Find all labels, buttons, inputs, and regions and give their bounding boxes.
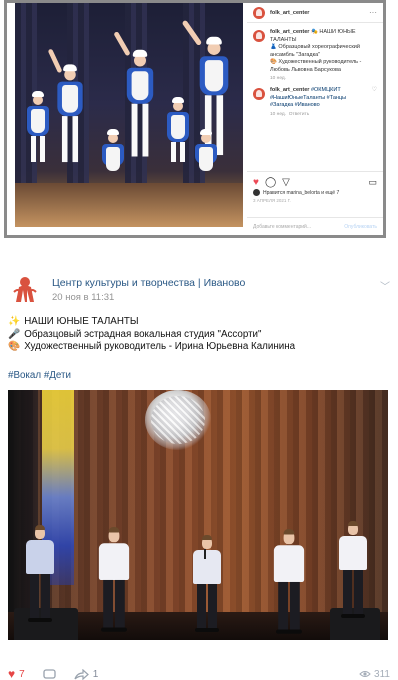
instagram-post-photo[interactable] xyxy=(15,3,243,227)
comment-icon[interactable]: ◯ xyxy=(265,177,276,188)
comment-button[interactable] xyxy=(43,668,56,680)
comment-meta: 10 нед. Ответить xyxy=(247,110,383,117)
heart-filled-icon: ♥ xyxy=(8,667,16,680)
instagram-post-sidebar: folk_art_center ··· folk_art_center 🎭 НА… xyxy=(247,3,383,235)
post-director: Художественный руководитель - Ирина Юрье… xyxy=(24,341,296,353)
instagram-post-header: folk_art_center ··· xyxy=(247,3,383,23)
caption-ensemble: Образцовый хореографический ансамбль "За… xyxy=(270,44,360,58)
publish-button[interactable]: Опубликовать xyxy=(344,224,377,230)
folk-center-avatar[interactable] xyxy=(253,88,265,100)
dancer-figure xyxy=(165,97,191,162)
singer-figure xyxy=(273,529,305,634)
liked-by-row[interactable]: Нравится marina_belorta и ещё 7 xyxy=(253,189,377,196)
like-button[interactable]: ♥ 7 xyxy=(8,667,25,680)
dancer-figure xyxy=(193,129,219,171)
bookmark-icon[interactable]: ▭ xyxy=(368,177,377,188)
views-counter: 311 xyxy=(359,669,390,680)
folk-center-avatar[interactable] xyxy=(253,30,265,42)
vk-post-text: ✨ НАШИ ЮНЫЕ ТАЛАНТЫ 🎤 Образцовый эстрадная… xyxy=(8,316,390,354)
reply-link[interactable]: Ответить xyxy=(289,112,310,117)
caption-director: Художественный руководитель - Любовь Льв… xyxy=(270,59,362,73)
more-options-icon[interactable]: ··· xyxy=(369,8,377,17)
likes-count: 7 xyxy=(19,668,25,680)
comment-username[interactable]: folk_art_center xyxy=(270,87,309,93)
comment-icon xyxy=(43,668,56,679)
microphone-icon: 🎤 xyxy=(8,328,21,340)
comment-username[interactable]: folk_art_center xyxy=(270,29,309,35)
disco-ball-decoration xyxy=(145,390,211,450)
vk-post-header: Центр культуры и творчества | Иваново 20… xyxy=(8,272,390,308)
liked-by-text[interactable]: Нравится marina_belorta и ещё 7 xyxy=(263,190,339,196)
dancer-figure xyxy=(113,31,155,157)
singer-figure xyxy=(338,521,368,618)
group-logo-avatar[interactable] xyxy=(8,272,42,306)
caption-time: 10 нед. xyxy=(270,76,287,81)
add-comment-input[interactable]: Добавьте комментарий... xyxy=(253,224,311,230)
ensemble-icon: 👗 xyxy=(270,44,277,50)
share-button[interactable]: 1 xyxy=(74,668,99,680)
shares-count: 1 xyxy=(92,668,99,680)
comment-time: 10 нед. xyxy=(270,111,287,117)
instagram-caption: folk_art_center 🎭 НАШИ ЮНЫЕ ТАЛАНТЫ 👗 Об… xyxy=(247,23,383,74)
heart-outline-icon[interactable]: ♡ xyxy=(372,87,377,110)
post-title: НАШИ ЮНЫЕ ТАЛАНТЫ xyxy=(24,316,139,327)
instagram-action-bar: ♥ ◯ ▽ ▭ xyxy=(247,171,383,188)
chevron-down-icon[interactable]: ﹀ xyxy=(380,272,390,308)
singer-figure xyxy=(25,525,55,622)
dancer-figure xyxy=(25,91,51,162)
views-count: 311 xyxy=(374,668,390,680)
liker-avatar xyxy=(253,189,260,196)
eye-icon xyxy=(359,671,371,677)
instagram-post-card: folk_art_center ··· folk_art_center 🎭 НА… xyxy=(4,0,386,238)
share-icon[interactable]: ▽ xyxy=(282,177,290,188)
post-timestamp[interactable]: 20 ноя в 11:31 xyxy=(52,292,370,303)
instagram-tags-comment: folk_art_center #ОКМЦКИТ #НашиЮныеТалант… xyxy=(247,81,383,110)
group-name-link[interactable]: Центр культуры и творчества | Иваново xyxy=(52,277,370,289)
vk-action-bar: ♥ 7 1 311 xyxy=(8,667,390,680)
instagram-username[interactable]: folk_art_center xyxy=(270,10,364,16)
stage-floor xyxy=(15,183,243,227)
add-comment-bar: Добавьте комментарий... Опубликовать xyxy=(247,217,383,235)
vk-post-photo[interactable] xyxy=(8,390,388,640)
heart-filled-icon[interactable]: ♥ xyxy=(253,177,259,188)
folk-doll-logo-icon xyxy=(13,277,37,302)
dancer-figure xyxy=(100,129,126,171)
post-date: 3 АПРЕЛЯ 2021 Г. xyxy=(253,198,291,203)
palette-icon: 🎨 xyxy=(270,59,277,65)
post-studio: Образцовый эстрадная вокальная студия "А… xyxy=(24,328,262,340)
dancer-figure xyxy=(47,48,85,163)
folk-center-avatar[interactable] xyxy=(253,6,265,19)
vk-hashtags[interactable]: #Вокал #Дети xyxy=(8,370,71,381)
palette-icon: 🎨 xyxy=(8,341,21,353)
singer-figure xyxy=(192,535,222,632)
singer-figure xyxy=(98,527,130,632)
share-icon xyxy=(74,668,89,680)
sparkle-icon: ✨ xyxy=(8,316,21,327)
